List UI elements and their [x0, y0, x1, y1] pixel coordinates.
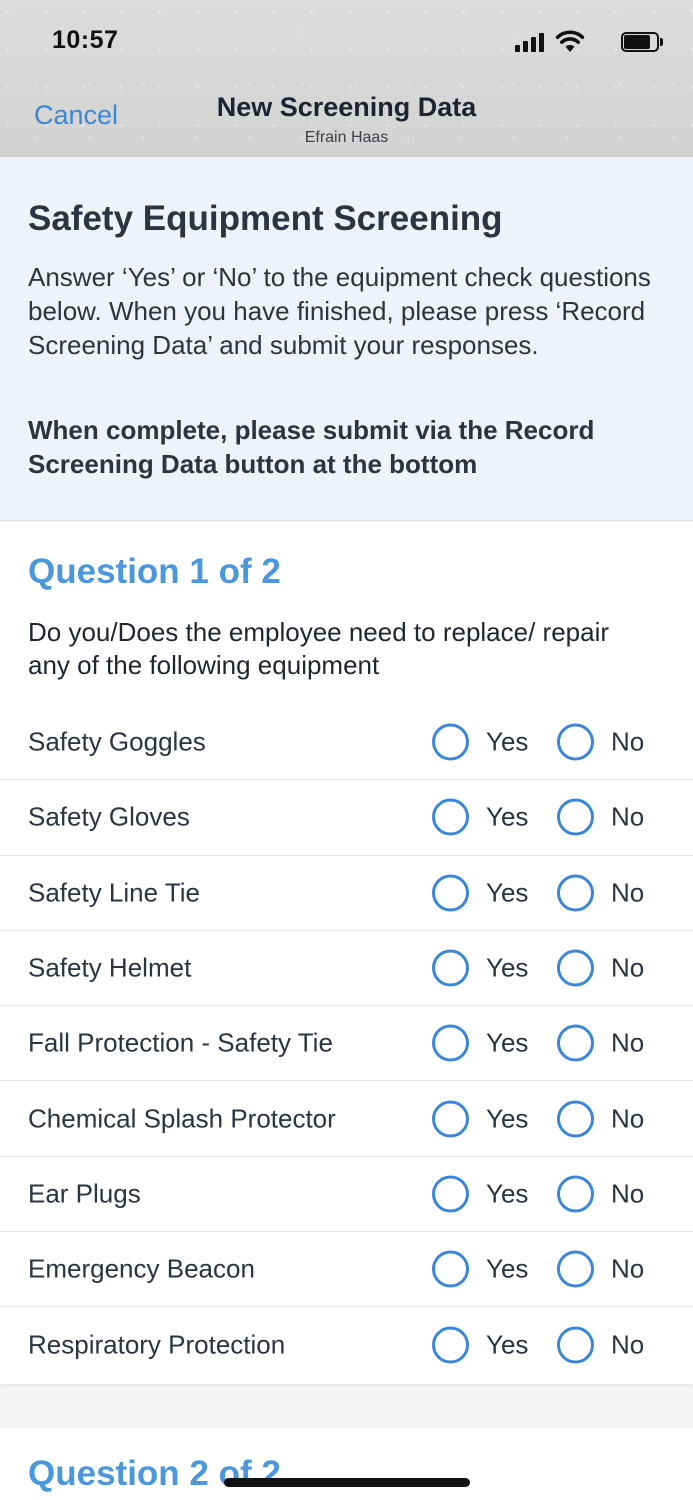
no-radio[interactable] — [557, 1024, 594, 1062]
no-radio[interactable] — [557, 1100, 594, 1138]
no-radio[interactable] — [557, 1250, 594, 1288]
no-label[interactable]: No — [611, 953, 644, 984]
no-label[interactable]: No — [611, 1103, 644, 1134]
no-radio[interactable] — [557, 1175, 594, 1213]
question-2-card: Question 2 of 2 — [0, 1428, 693, 1500]
yes-label[interactable]: Yes — [486, 1028, 528, 1059]
navigation-bar: 10:57 Cancel New Screening Data Efrain H… — [0, 0, 693, 157]
equipment-row: Safety Helmet Yes No — [0, 931, 693, 1007]
yes-label[interactable]: Yes — [486, 953, 528, 984]
status-time: 10:57 — [52, 26, 119, 54]
no-label[interactable]: No — [611, 1330, 644, 1361]
equipment-row: Emergency Beacon Yes No — [0, 1232, 693, 1308]
equipment-row: Safety Line Tie Yes No — [0, 856, 693, 931]
yes-radio[interactable] — [432, 1175, 469, 1213]
question-1-card: Question 1 of 2 Do you/Does the employee… — [0, 522, 693, 1384]
equipment-row: Chemical Splash Protector Yes No — [0, 1081, 693, 1157]
yes-label[interactable]: Yes — [486, 1178, 528, 1209]
intro-section: Safety Equipment Screening Answer ‘Yes’ … — [0, 157, 693, 521]
equipment-label: Fall Protection - Safety Tie — [28, 1027, 333, 1058]
intro-instructions: Answer ‘Yes’ or ‘No’ to the equipment ch… — [28, 262, 651, 360]
equipment-label: Safety Line Tie — [28, 877, 200, 908]
home-indicator[interactable] — [224, 1478, 470, 1487]
equipment-label: Ear Plugs — [28, 1178, 141, 1209]
yes-radio[interactable] — [432, 1326, 469, 1364]
equipment-row: Ear Plugs Yes No — [0, 1157, 693, 1233]
question-1-text: Do you/Does the employee need to replace… — [28, 617, 610, 680]
no-radio[interactable] — [557, 798, 594, 836]
no-label[interactable]: No — [611, 877, 644, 908]
no-radio[interactable] — [557, 723, 594, 761]
no-label[interactable]: No — [611, 727, 644, 758]
equipment-label: Respiratory Protection — [28, 1329, 286, 1360]
yes-radio[interactable] — [432, 949, 469, 987]
yes-radio[interactable] — [432, 798, 469, 836]
battery-icon — [621, 32, 663, 52]
equipment-row: Safety Gloves Yes No — [0, 780, 693, 856]
yes-radio[interactable] — [432, 1100, 469, 1138]
no-radio[interactable] — [557, 949, 594, 987]
yes-radio[interactable] — [432, 723, 469, 761]
no-radio[interactable] — [557, 874, 594, 912]
no-label[interactable]: No — [611, 1028, 644, 1059]
nav-title: New Screening Data — [216, 92, 477, 122]
intro-title: Safety Equipment Screening — [28, 199, 503, 238]
equipment-label: Chemical Splash Protector — [28, 1103, 336, 1134]
equipment-label: Safety Goggles — [28, 726, 206, 757]
equipment-label: Safety Gloves — [28, 801, 190, 832]
no-label[interactable]: No — [611, 1178, 644, 1209]
yes-label[interactable]: Yes — [486, 1254, 528, 1285]
equipment-label: Safety Helmet — [28, 952, 192, 983]
yes-radio[interactable] — [432, 1024, 469, 1062]
equipment-row: Respiratory Protection Yes No — [0, 1307, 693, 1382]
intro-submit-note: When complete, please submit via the Rec… — [28, 415, 595, 479]
question-2-heading: Question 2 of 2 — [28, 1454, 281, 1493]
question-1-heading: Question 1 of 2 — [28, 552, 281, 591]
nav-subtitle: Efrain Haas — [304, 129, 389, 146]
yes-label[interactable]: Yes — [486, 1103, 528, 1134]
equipment-label: Emergency Beacon — [28, 1253, 255, 1284]
no-label[interactable]: No — [611, 1254, 644, 1285]
cellular-signal-icon — [515, 30, 545, 52]
no-radio[interactable] — [557, 1326, 594, 1364]
no-label[interactable]: No — [611, 802, 644, 833]
yes-radio[interactable] — [432, 874, 469, 912]
yes-label[interactable]: Yes — [486, 727, 528, 758]
equipment-row: Fall Protection - Safety Tie Yes No — [0, 1006, 693, 1082]
equipment-list: Safety Goggles Yes No Safety Gloves Yes … — [0, 705, 693, 1383]
yes-label[interactable]: Yes — [486, 1330, 528, 1361]
wifi-icon — [555, 30, 585, 52]
yes-radio[interactable] — [432, 1250, 469, 1288]
yes-label[interactable]: Yes — [486, 802, 528, 833]
yes-label[interactable]: Yes — [486, 877, 528, 908]
status-icons — [503, 30, 663, 54]
equipment-row: Safety Goggles Yes No — [0, 705, 693, 781]
